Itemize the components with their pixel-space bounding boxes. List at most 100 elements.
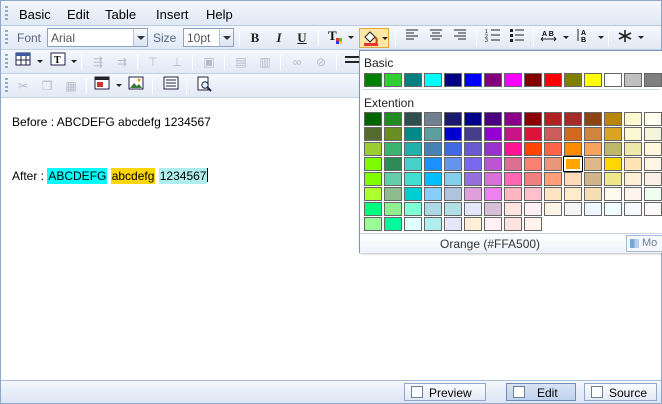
color-swatch[interactable] (644, 112, 662, 126)
bullet-list-button[interactable] (507, 28, 527, 48)
preview-page-button[interactable] (194, 76, 214, 96)
color-swatch[interactable] (644, 127, 662, 141)
toolbar-grip[interactable] (5, 78, 8, 94)
chevron-down-icon[interactable] (37, 60, 43, 63)
insert-image-button[interactable] (126, 76, 146, 96)
color-swatch[interactable] (364, 142, 382, 156)
bold-button[interactable]: B (245, 28, 265, 48)
color-swatch[interactable] (564, 73, 582, 87)
color-swatch[interactable] (504, 73, 522, 87)
color-swatch[interactable] (524, 142, 542, 156)
size-select[interactable]: 10pt (183, 28, 234, 47)
color-swatch[interactable] (584, 127, 602, 141)
color-swatch[interactable] (444, 187, 462, 201)
color-swatch[interactable] (544, 157, 562, 171)
color-swatch[interactable] (624, 142, 642, 156)
color-swatch[interactable] (604, 73, 622, 87)
preview-mode-button[interactable]: Preview (404, 383, 486, 401)
color-swatch[interactable] (404, 202, 422, 216)
color-swatch[interactable] (364, 202, 382, 216)
color-swatch[interactable] (464, 112, 482, 126)
color-swatch[interactable] (484, 202, 502, 216)
color-swatch[interactable] (404, 217, 422, 231)
menu-basic[interactable]: Basic (19, 7, 51, 22)
color-swatch[interactable] (384, 157, 402, 171)
color-swatch[interactable] (524, 157, 542, 171)
color-swatch[interactable] (564, 142, 582, 156)
color-swatch[interactable] (424, 73, 442, 87)
color-swatch[interactable] (424, 112, 442, 126)
color-swatch[interactable] (524, 172, 542, 186)
color-swatch[interactable] (504, 172, 522, 186)
more-colors-button[interactable]: Mo (626, 235, 662, 252)
color-swatch[interactable] (544, 202, 562, 216)
menu-grip[interactable] (5, 6, 8, 22)
color-swatch[interactable] (424, 217, 442, 231)
chevron-down-icon[interactable] (563, 36, 569, 39)
color-swatch[interactable] (384, 172, 402, 186)
line-height-button[interactable]: AB (574, 28, 594, 48)
italic-button[interactable]: I (269, 28, 289, 48)
color-swatch[interactable] (444, 112, 462, 126)
color-swatch[interactable] (484, 217, 502, 231)
color-swatch[interactable] (484, 157, 502, 171)
chevron-down-icon[interactable] (219, 29, 233, 46)
color-swatch[interactable] (644, 172, 662, 186)
color-swatch[interactable] (604, 172, 622, 186)
color-swatch[interactable] (644, 202, 662, 216)
insert-object-button[interactable] (92, 76, 112, 96)
color-swatch[interactable] (424, 187, 442, 201)
color-swatch[interactable] (624, 73, 642, 87)
color-swatch[interactable] (464, 172, 482, 186)
color-swatch[interactable] (424, 172, 442, 186)
color-swatch[interactable] (384, 217, 402, 231)
copy-button[interactable]: ❐ (37, 76, 57, 96)
color-swatch[interactable] (424, 142, 442, 156)
color-swatch[interactable] (564, 202, 582, 216)
color-swatch[interactable] (424, 127, 442, 141)
color-swatch[interactable] (584, 142, 602, 156)
color-swatch[interactable] (564, 172, 582, 186)
insert-table-button[interactable] (13, 52, 33, 72)
color-swatch[interactable] (464, 127, 482, 141)
color-swatch[interactable] (584, 187, 602, 201)
color-swatch[interactable] (404, 112, 422, 126)
delete-table-button[interactable]: ▥ (255, 52, 275, 72)
align-right-button[interactable] (450, 28, 470, 48)
color-swatch[interactable] (404, 73, 422, 87)
color-swatch[interactable] (544, 112, 562, 126)
color-swatch[interactable] (624, 172, 642, 186)
color-swatch[interactable] (544, 73, 562, 87)
chevron-down-icon[interactable] (71, 60, 77, 63)
color-swatch[interactable] (604, 187, 622, 201)
chevron-down-icon[interactable] (638, 36, 644, 39)
color-swatch[interactable] (444, 202, 462, 216)
color-swatch[interactable] (384, 142, 402, 156)
link-button[interactable]: ∞ (287, 52, 307, 72)
insert-column-button[interactable]: ⊥ (167, 52, 187, 72)
edit-mode-button[interactable]: Edit (506, 383, 576, 401)
color-swatch[interactable] (624, 202, 642, 216)
color-swatch[interactable] (444, 127, 462, 141)
color-swatch[interactable] (444, 73, 462, 87)
color-swatch[interactable] (364, 73, 382, 87)
merge-cells-button[interactable]: ⇶ (88, 52, 108, 72)
color-swatch[interactable] (424, 157, 442, 171)
cut-button[interactable]: ✂ (13, 76, 33, 96)
menu-help[interactable]: Help (206, 7, 233, 22)
insert-row-button[interactable]: ⊤ (143, 52, 163, 72)
text-box-button[interactable]: T (48, 52, 68, 72)
color-swatch[interactable] (404, 172, 422, 186)
color-swatch[interactable] (504, 202, 522, 216)
align-center-button[interactable] (426, 28, 446, 48)
color-swatch[interactable] (644, 157, 662, 171)
color-swatch[interactable] (504, 127, 522, 141)
toolbar-grip[interactable] (5, 54, 8, 70)
color-swatch[interactable] (584, 157, 602, 171)
highlight-color-button[interactable] (359, 28, 389, 48)
color-swatch[interactable] (624, 157, 642, 171)
color-swatch[interactable] (504, 217, 522, 231)
color-swatch[interactable] (384, 127, 402, 141)
underline-button[interactable]: U (292, 28, 312, 48)
numbered-list-button[interactable]: 123 (483, 28, 503, 48)
